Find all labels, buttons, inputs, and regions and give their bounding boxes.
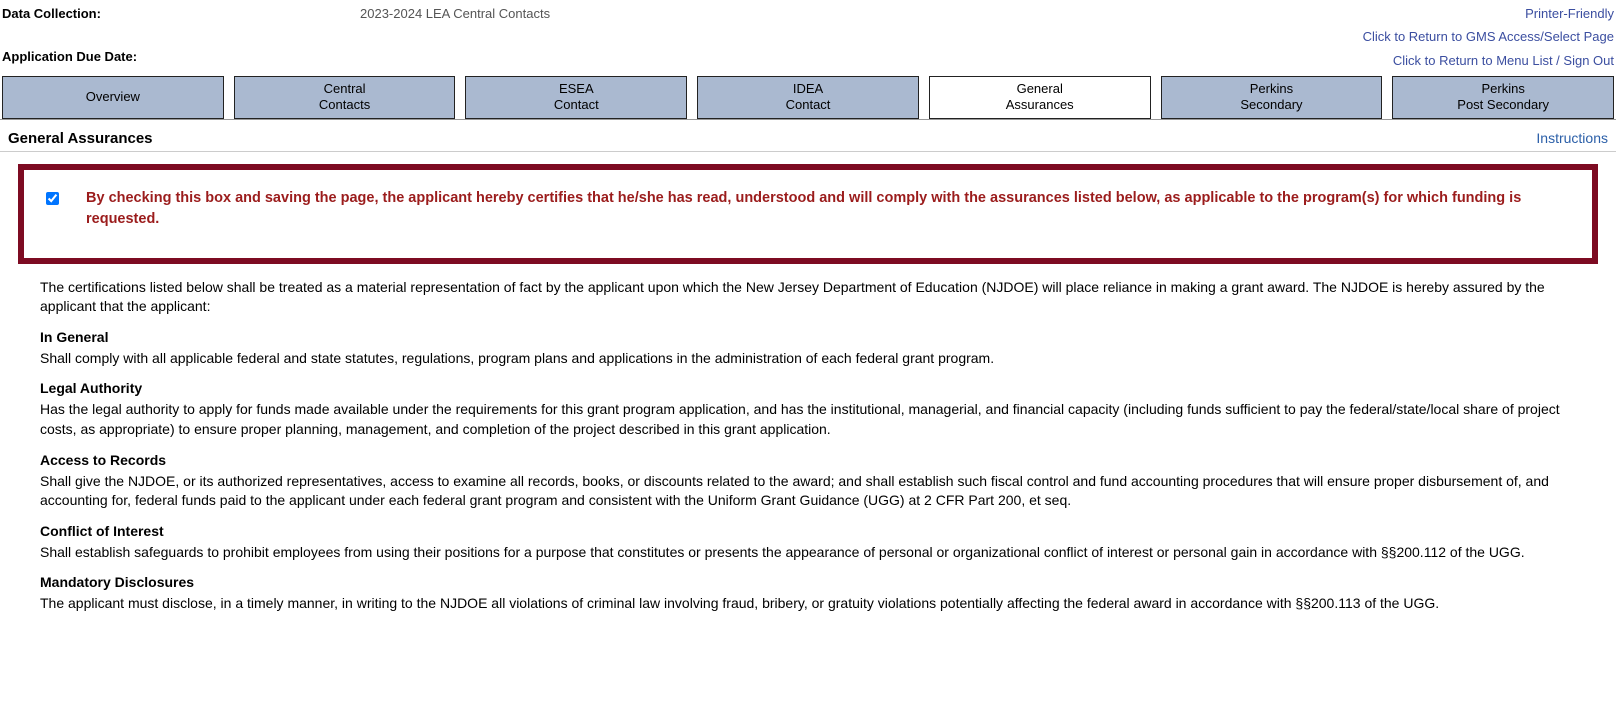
certification-text: By checking this box and saving the page…: [86, 188, 1574, 230]
tab-row: Overview CentralContacts ESEAContact IDE…: [0, 76, 1616, 120]
intro-paragraph: The certifications listed below shall be…: [40, 278, 1576, 317]
heading-mandatory-disclosures: Mandatory Disclosures: [40, 574, 1576, 590]
section-header: General Assurances Instructions: [0, 120, 1616, 152]
instructions-link[interactable]: Instructions: [1536, 130, 1608, 146]
heading-legal-authority: Legal Authority: [40, 380, 1576, 396]
heading-access-to-records: Access to Records: [40, 452, 1576, 468]
assurances-content: The certifications listed below shall be…: [0, 264, 1616, 646]
text-mandatory-disclosures: The applicant must disclose, in a timely…: [40, 594, 1576, 614]
return-menu-link[interactable]: Click to Return to Menu List / Sign Out: [1363, 49, 1614, 72]
tab-perkins-secondary[interactable]: PerkinsSecondary: [1161, 76, 1383, 119]
data-collection-value: 2023-2024 LEA Central Contacts: [360, 6, 550, 21]
printer-friendly-link[interactable]: Printer-Friendly: [1363, 2, 1614, 25]
text-conflict-of-interest: Shall establish safeguards to prohibit e…: [40, 543, 1576, 563]
tab-general-assurances[interactable]: GeneralAssurances: [929, 76, 1151, 119]
text-access-to-records: Shall give the NJDOE, or its authorized …: [40, 472, 1576, 511]
due-date-label: Application Due Date:: [0, 49, 360, 64]
heading-in-general: In General: [40, 329, 1576, 345]
text-legal-authority: Has the legal authority to apply for fun…: [40, 400, 1576, 439]
section-title: General Assurances: [8, 130, 153, 147]
tab-esea-contact[interactable]: ESEAContact: [465, 76, 687, 119]
tab-perkins-post-secondary[interactable]: PerkinsPost Secondary: [1392, 76, 1614, 119]
data-collection-label: Data Collection:: [0, 6, 360, 21]
tab-overview[interactable]: Overview: [2, 76, 224, 119]
tab-idea-contact[interactable]: IDEAContact: [697, 76, 919, 119]
tab-central-contacts[interactable]: CentralContacts: [234, 76, 456, 119]
return-gms-link[interactable]: Click to Return to GMS Access/Select Pag…: [1363, 25, 1614, 48]
certification-checkbox[interactable]: [46, 192, 59, 205]
text-in-general: Shall comply with all applicable federal…: [40, 349, 1576, 369]
top-links: Printer-Friendly Click to Return to GMS …: [1363, 2, 1614, 72]
heading-conflict-of-interest: Conflict of Interest: [40, 523, 1576, 539]
certification-callout: By checking this box and saving the page…: [18, 164, 1598, 264]
